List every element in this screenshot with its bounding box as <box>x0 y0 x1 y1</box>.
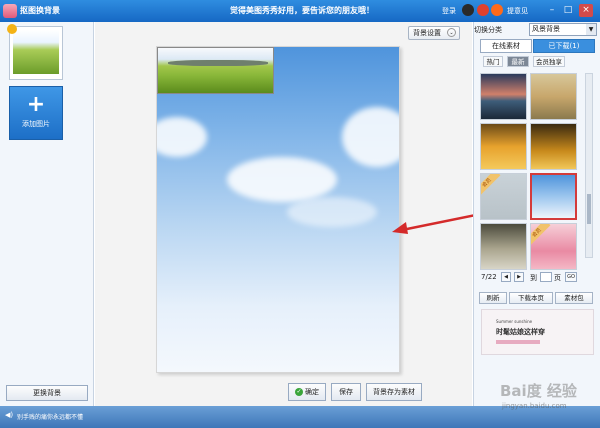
window-title: 抠图换背景 <box>20 6 60 15</box>
scrollbar-thumb[interactable] <box>587 194 591 224</box>
foreground-image-thumbnail[interactable] <box>7 24 63 80</box>
feedback-link[interactable]: 提意见 <box>507 6 528 16</box>
category-select[interactable]: 风景背景 ▼ <box>529 23 597 36</box>
cloud-shape <box>342 107 399 167</box>
change-background-button[interactable]: 更换背景 <box>6 385 88 401</box>
subtab-member-only[interactable]: 会员独享 <box>533 56 565 67</box>
material-tabs: 在线素材 已下载(1) <box>480 39 595 53</box>
left-panel: + 添加图片 更换背景 <box>0 22 94 406</box>
share-icon[interactable] <box>491 4 503 16</box>
member-tag: 会员 <box>481 174 501 197</box>
add-image-label: 添加图片 <box>22 120 50 128</box>
background-thumbnail[interactable]: 会员 <box>480 173 527 220</box>
background-thumbnail[interactable] <box>530 73 577 120</box>
app-icon <box>3 4 17 18</box>
ad-subtitle: Summer sunshine <box>496 319 533 324</box>
placed-foreground-image[interactable] <box>157 47 274 94</box>
minimize-button[interactable]: – <box>545 4 559 17</box>
ad-decoration <box>496 340 540 344</box>
prev-page-button[interactable]: ◀ <box>501 272 511 282</box>
background-thumbnail[interactable] <box>530 123 577 170</box>
login-link[interactable]: 登录 <box>442 6 456 16</box>
save-as-material-button[interactable]: 背景存为素材 <box>366 383 422 401</box>
go-button[interactable]: GO <box>565 272 577 282</box>
slogan-text: 觉得美图秀秀好用，要告诉您的朋友哦！ <box>230 6 374 15</box>
page-number-input[interactable] <box>540 272 552 282</box>
member-tag: 会员 <box>531 224 551 247</box>
mountain-shape <box>168 60 268 66</box>
background-canvas[interactable] <box>156 46 400 373</box>
tab-online-materials[interactable]: 在线素材 <box>480 39 532 53</box>
thumbnail-image <box>13 30 59 74</box>
material-pack-button[interactable]: 素材包 <box>555 292 593 304</box>
speaker-icon: ◀) <box>5 411 14 419</box>
qq-icon[interactable] <box>462 4 474 16</box>
close-button[interactable]: × <box>579 4 593 17</box>
background-settings-label: 背景设置 <box>413 29 441 37</box>
watermark: Bai度 经验 jingyan.baidu.com <box>460 380 600 428</box>
badge-icon <box>7 24 17 34</box>
refresh-button[interactable]: 刷新 <box>479 292 507 304</box>
download-page-button[interactable]: 下载本页 <box>509 292 553 304</box>
subtab-hot[interactable]: 热门 <box>483 56 503 67</box>
page-indicator: 7/22 <box>481 273 497 281</box>
title-bar: 抠图换背景 觉得美图秀秀好用，要告诉您的朋友哦！ 登录 提意见 – □ × <box>0 0 600 22</box>
page-unit-label: 页 <box>554 274 561 282</box>
weibo-icon[interactable] <box>477 4 489 16</box>
plus-icon: + <box>26 92 46 117</box>
selected-background-thumbnail[interactable] <box>530 173 577 220</box>
add-image-button[interactable]: + 添加图片 <box>9 86 63 140</box>
tab-downloaded[interactable]: 已下载(1) <box>533 39 595 53</box>
next-page-button[interactable]: ▶ <box>514 272 524 282</box>
confirm-label: 确定 <box>305 388 319 396</box>
watermark-url: jingyan.baidu.com <box>502 402 567 410</box>
background-thumbnail[interactable] <box>480 73 527 120</box>
cloud-shape <box>227 157 337 202</box>
confirm-button[interactable]: ✓ 确定 <box>288 383 326 401</box>
background-settings-button[interactable]: 背景设置 ⌄ <box>408 26 460 40</box>
switch-category-label: 切换分类 <box>474 26 502 34</box>
cloud-shape <box>287 197 377 227</box>
advertisement-banner[interactable]: Summer sunshine 时髦姑娘这样穿 <box>481 309 594 355</box>
check-icon: ✓ <box>295 388 303 396</box>
right-panel: 切换分类 风景背景 ▼ 在线素材 已下载(1) 热门 最新 会员独享 会员 会员… <box>473 22 600 406</box>
category-selected-value: 风景背景 <box>532 25 560 33</box>
background-thumbnail[interactable]: 会员 <box>530 223 577 270</box>
maximize-button[interactable]: □ <box>561 4 575 17</box>
goto-label: 到 <box>530 274 537 282</box>
watermark-text: Bai度 经验 <box>500 382 577 400</box>
chevron-down-icon: ⌄ <box>447 28 456 37</box>
cloud-shape <box>157 117 207 157</box>
background-thumbnail[interactable] <box>480 123 527 170</box>
status-message[interactable]: 别手贱的痛你永远都不懂 <box>17 412 83 421</box>
ad-headline: 时髦姑娘这样穿 <box>496 328 545 336</box>
thumbnail-scrollbar[interactable] <box>585 73 593 258</box>
background-thumbnail[interactable] <box>480 223 527 270</box>
save-button[interactable]: 保存 <box>331 383 361 401</box>
dropdown-arrow-icon: ▼ <box>586 24 596 35</box>
subtab-latest[interactable]: 最新 <box>507 56 529 67</box>
